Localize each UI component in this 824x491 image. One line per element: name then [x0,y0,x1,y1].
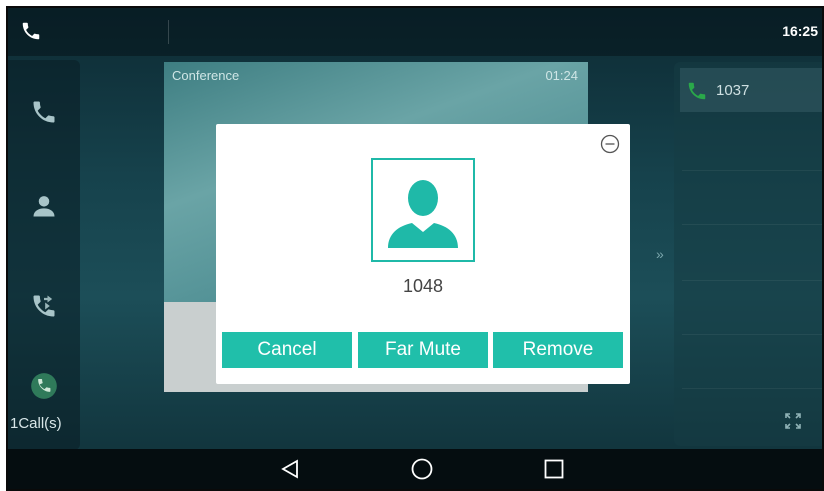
navigation-bar [8,449,822,489]
left-sidebar: 1Call(s) [8,60,80,450]
recent-apps-icon[interactable] [542,457,566,481]
contact-number: 1037 [716,82,750,99]
phone-icon [688,82,706,100]
phone-icon[interactable] [30,98,58,126]
call-timer: 01:24 [545,68,578,83]
status-bar: 16:25 [8,8,822,56]
avatar [371,158,475,262]
divider [682,388,822,389]
contact-item[interactable]: 1037 [680,68,822,112]
divider [682,334,822,335]
home-icon[interactable] [410,457,434,481]
active-call-icon[interactable] [30,372,58,400]
divider [682,170,822,171]
cancel-button[interactable]: Cancel [222,332,352,368]
divider [682,224,822,225]
contacts-icon[interactable] [30,192,58,220]
phone-icon [22,22,40,40]
collapse-icon[interactable] [600,134,620,154]
expand-icon[interactable] [784,412,802,430]
far-mute-button[interactable]: Far Mute [358,332,488,368]
remove-button[interactable]: Remove [493,332,623,368]
call-forward-icon[interactable] [30,292,58,320]
calls-count-label: 1Call(s) [10,415,62,432]
participant-dialog: 1048 Cancel Far Mute Remove [216,124,630,384]
person-icon [388,180,458,248]
conference-title: Conference [172,68,240,83]
divider [682,280,822,281]
participant-number: 1048 [402,276,444,296]
right-panel: 1037 [674,62,822,446]
status-bar-divider [168,20,169,44]
clock: 16:25 [782,23,818,39]
phone-screen: 16:25 1Call(s) Conference 01:24 » 1037 1… [6,6,824,491]
back-icon[interactable] [278,457,302,481]
chevron-right-icon: » [656,246,664,262]
